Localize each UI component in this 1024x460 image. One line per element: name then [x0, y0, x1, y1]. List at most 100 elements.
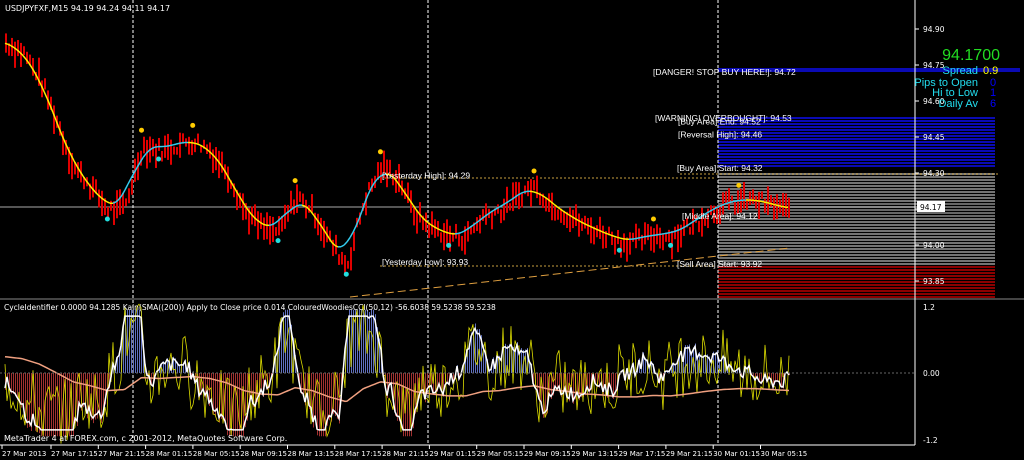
- ma-segment: [637, 236, 642, 239]
- price-bar: [512, 182, 514, 212]
- price-bar: [782, 192, 784, 217]
- sell-zone-stripe: [718, 281, 995, 283]
- histogram-bar: [55, 373, 56, 437]
- ma-segment: [439, 229, 444, 232]
- price-bar: [521, 193, 523, 208]
- price-bar: [509, 203, 511, 211]
- histogram-bar: [51, 373, 52, 437]
- histogram-bar: [311, 373, 312, 412]
- price-bar: [143, 136, 145, 154]
- price-bar: [626, 237, 628, 262]
- ma-segment: [343, 241, 348, 246]
- price-bar: [674, 226, 676, 240]
- histogram-bar: [285, 309, 286, 373]
- price-chart[interactable]: [DANGER! STOP BUY HERE!]: 94.72[WARNING!…: [0, 0, 1024, 460]
- histogram-bar: [53, 373, 54, 437]
- histogram-bar: [139, 309, 140, 373]
- price-bar: [344, 255, 346, 274]
- price-bar: [506, 186, 508, 213]
- price-bar: [698, 220, 700, 233]
- sell-signal-dot: [377, 149, 383, 155]
- price-bar: [554, 205, 556, 221]
- ma-segment: [772, 203, 777, 206]
- price-bar: [536, 175, 538, 199]
- x-tick-label: 28 Mar 17:15: [335, 450, 382, 458]
- sell-signal-dot: [190, 122, 196, 128]
- price-bar: [758, 191, 760, 219]
- x-tick-label: 29 Mar 01:15: [429, 450, 476, 458]
- x-tick-label: 29 Mar 13:15: [571, 450, 618, 458]
- price-bar: [545, 198, 547, 212]
- price-bar: [572, 209, 574, 229]
- ma-segment: [448, 232, 453, 235]
- price-bar: [479, 214, 481, 234]
- histogram-bar: [23, 373, 24, 408]
- y-tick-label: 94.00: [923, 241, 945, 250]
- histogram-bar: [369, 311, 370, 373]
- histogram-bar: [67, 373, 68, 437]
- middle-zone-stripe: [718, 221, 995, 223]
- middle-zone-stripe: [718, 233, 995, 235]
- x-tick-label: 28 Mar 05:15: [193, 450, 240, 458]
- ma-segment: [640, 236, 645, 239]
- histogram-bar: [57, 373, 58, 437]
- histogram-bar: [127, 309, 128, 373]
- histogram-bar: [217, 373, 218, 413]
- histogram-bar: [119, 353, 120, 373]
- price-bar: [305, 199, 307, 219]
- price-bar: [350, 247, 352, 271]
- price-bar: [431, 211, 433, 235]
- buy-zone-stripe: [718, 159, 995, 161]
- middle-zone-stripe: [718, 245, 995, 247]
- sell-zone-stripe: [718, 278, 995, 280]
- level-label: [Yesterday Low]: 93.93: [382, 257, 468, 267]
- price-bar: [338, 254, 340, 265]
- buy-signal-dot: [668, 242, 674, 248]
- middle-zone-stripe: [718, 227, 995, 229]
- buy-signal-dot: [616, 247, 622, 253]
- price-bar: [458, 234, 460, 247]
- price-bar: [320, 217, 322, 242]
- ma-segment: [733, 200, 738, 203]
- histogram-bar: [47, 373, 48, 437]
- middle-zone-stripe: [718, 242, 995, 244]
- histogram-bar: [371, 309, 372, 373]
- price-bar: [167, 133, 169, 160]
- price-bar: [416, 211, 418, 234]
- ma-segment: [673, 229, 678, 233]
- price-bar: [590, 217, 592, 244]
- ma-segment: [616, 236, 621, 239]
- histogram-bar: [683, 360, 684, 373]
- ma-segment: [106, 201, 111, 204]
- price-bar: [551, 192, 553, 221]
- histogram-bar: [39, 373, 40, 434]
- sub-y-tick-label: 0.00: [923, 369, 940, 378]
- price-bar: [257, 211, 259, 240]
- x-tick-label: 28 Mar 13:15: [288, 450, 335, 458]
- price-bar: [221, 151, 223, 173]
- ma-segment: [196, 143, 201, 146]
- ma-segment: [346, 237, 351, 243]
- price-bar: [533, 180, 535, 191]
- price-bar: [212, 149, 214, 174]
- ma-segment: [532, 190, 537, 194]
- ma-segment: [22, 55, 27, 60]
- histogram-bar: [21, 373, 22, 408]
- ma-segment: [295, 204, 300, 207]
- price-bar: [275, 227, 277, 236]
- ma-segment: [457, 231, 462, 235]
- ma-segment: [445, 231, 450, 234]
- sell-signal-dot: [736, 182, 742, 188]
- sell-signal-dot: [139, 127, 145, 133]
- price-bar: [53, 105, 55, 134]
- price-bar: [623, 233, 625, 253]
- price-bar: [653, 228, 655, 253]
- histogram-bar: [335, 373, 336, 417]
- price-bar: [302, 193, 304, 205]
- price-bar: [755, 195, 757, 209]
- histogram-bar: [703, 355, 704, 373]
- buy-zone-stripe: [718, 153, 995, 155]
- histogram-bar: [315, 373, 316, 421]
- price-bar: [122, 192, 124, 214]
- sell-signal-dot: [650, 216, 656, 222]
